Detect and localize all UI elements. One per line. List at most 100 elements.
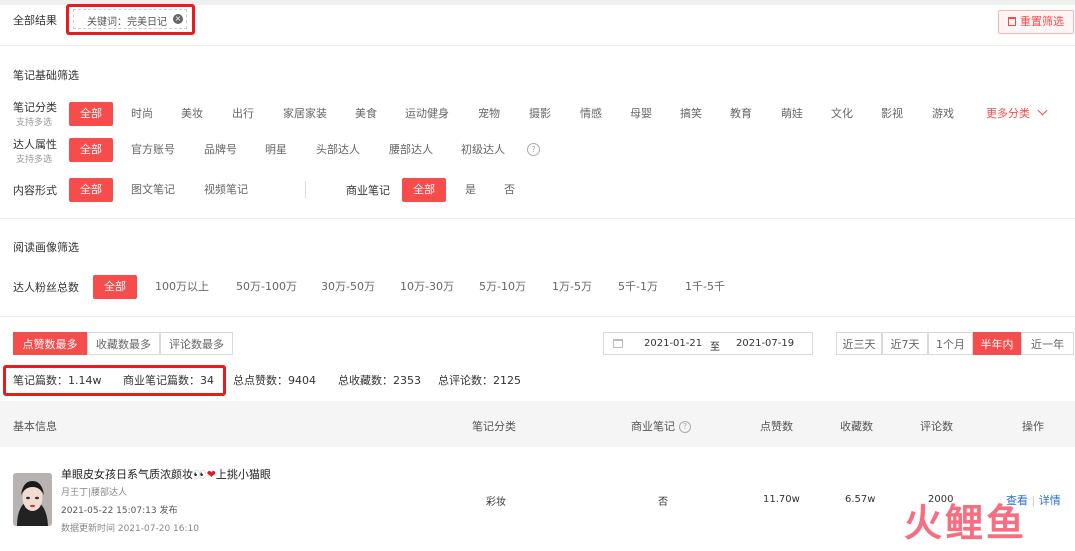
reset-filter-label: 重置筛选 (1020, 15, 1064, 28)
divider (0, 218, 1075, 219)
table-header (0, 401, 1075, 447)
th-basic: 基本信息 (13, 420, 57, 433)
th-favorites[interactable]: 收藏数 (840, 418, 873, 434)
commercial-label: 商业笔记 (346, 184, 390, 197)
close-icon[interactable]: × (173, 14, 183, 24)
heart-icon: ❤ (206, 468, 216, 481)
range-tab-3days[interactable]: 近三天 (836, 332, 882, 355)
fans-option[interactable]: 1万-5万 (552, 275, 592, 299)
category-option[interactable]: 美妆 (181, 102, 203, 126)
category-option[interactable]: 出行 (232, 102, 254, 126)
content-form-option[interactable]: 视频笔记 (204, 178, 248, 202)
range-tab-7days[interactable]: 近7天 (882, 332, 928, 355)
keyword-tag[interactable]: 关键词：完美日记 × (73, 9, 187, 29)
th-category: 笔记分类 (472, 420, 516, 433)
influencer-option[interactable]: 头部达人 (316, 138, 360, 162)
fans-option[interactable]: 10万-30万 (400, 275, 454, 299)
stat-favorites: 总收藏数：2353 (338, 374, 421, 387)
category-option[interactable]: 母婴 (630, 102, 652, 126)
category-all-chip[interactable]: 全部 (69, 102, 113, 126)
th-commercial: 商业笔记? (631, 418, 691, 434)
influencer-option[interactable]: 明星 (265, 138, 287, 162)
more-categories-button[interactable]: 更多分类 (986, 102, 1047, 126)
content-form-label: 内容形式 (13, 184, 57, 197)
category-option[interactable]: 文化 (831, 102, 853, 126)
range-tab-1month[interactable]: 1个月 (928, 332, 973, 355)
note-published: 2021-05-22 15:07:13 发布 (61, 506, 178, 516)
fans-option[interactable]: 5千-1万 (618, 275, 658, 299)
stat-comments: 总评论数：2125 (438, 374, 521, 387)
section-title-basic: 笔记基础筛选 (13, 69, 79, 82)
category-option[interactable]: 宠物 (478, 102, 500, 126)
influencer-option[interactable]: 腰部达人 (389, 138, 433, 162)
influencer-option[interactable]: 品牌号 (204, 138, 237, 162)
influencer-all-chip[interactable]: 全部 (69, 138, 113, 162)
help-icon[interactable]: ? (679, 421, 691, 433)
divider (0, 45, 1075, 46)
sort-tab-favorites[interactable]: 收藏数最多 (87, 332, 160, 355)
divider (0, 316, 1075, 317)
date-start[interactable]: 2021-01-21 (644, 338, 702, 349)
all-results-label: 全部结果 (13, 14, 57, 27)
th-likes[interactable]: 点赞数 (760, 418, 793, 434)
note-updated: 数据更新时间 2021-07-20 16:10 (61, 524, 199, 534)
influencer-option[interactable]: 官方账号 (131, 138, 175, 162)
category-option[interactable]: 家居家装 (283, 102, 327, 126)
fans-option[interactable]: 1千-5千 (685, 275, 725, 299)
detail-link[interactable]: 详情 (1039, 494, 1061, 507)
content-form-all-chip[interactable]: 全部 (69, 178, 113, 202)
category-option[interactable]: 运动健身 (405, 102, 449, 126)
commercial-option-no[interactable]: 否 (504, 178, 515, 202)
category-sub: 支持多选 (16, 118, 53, 128)
stat-notes: 笔记篇数：1.14w (13, 374, 102, 387)
stat-likes: 总点赞数：9404 (233, 374, 316, 387)
reset-filter-button[interactable]: 重置筛选 (998, 10, 1074, 34)
cell-commercial: 否 (658, 497, 668, 508)
date-range-picker[interactable]: 2021-01-21 至 2021-07-19 (603, 332, 813, 355)
category-option[interactable]: 影视 (881, 102, 903, 126)
fans-label: 达人粉丝总数 (13, 281, 79, 294)
date-end[interactable]: 2021-07-19 (736, 338, 794, 349)
sort-tab-comments[interactable]: 评论数最多 (160, 332, 233, 355)
note-author[interactable]: 月王丁|腰部达人 (61, 485, 127, 498)
fans-option[interactable]: 50万-100万 (236, 275, 297, 299)
category-option[interactable]: 美食 (355, 102, 377, 126)
action-separator: | (1031, 494, 1036, 507)
stat-commercial-notes: 商业笔记篇数：34 (123, 374, 214, 387)
category-option[interactable]: 游戏 (932, 102, 954, 126)
vertical-divider (305, 181, 306, 198)
fans-all-chip[interactable]: 全部 (93, 275, 137, 299)
category-option[interactable]: 时尚 (131, 102, 153, 126)
fans-option[interactable]: 30万-50万 (321, 275, 375, 299)
category-option[interactable]: 教育 (730, 102, 752, 126)
category-option[interactable]: 搞笑 (680, 102, 702, 126)
content-form-option[interactable]: 图文笔记 (131, 178, 175, 202)
help-icon[interactable]: ? (527, 143, 540, 156)
commercial-option-yes[interactable]: 是 (465, 178, 476, 202)
avatar (13, 473, 52, 526)
influencer-label: 达人属性 (13, 138, 57, 151)
fans-option[interactable]: 5万-10万 (479, 275, 526, 299)
range-tab-halfyear[interactable]: 半年内 (973, 332, 1021, 355)
influencer-sub: 支持多选 (16, 155, 53, 165)
category-label: 笔记分类 (13, 101, 57, 114)
cell-category: 彩妆 (486, 497, 506, 508)
cell-favorites: 6.57w (845, 494, 876, 505)
note-title[interactable]: 单眼皮女孩日系气质浓颜妆👀❤上挑小猫眼 (61, 466, 271, 482)
th-comments[interactable]: 评论数 (920, 418, 953, 434)
chevron-down-icon (1037, 105, 1047, 116)
th-action: 操作 (1022, 420, 1044, 433)
commercial-all-chip[interactable]: 全部 (402, 178, 446, 202)
sort-tab-likes[interactable]: 点赞数最多 (13, 332, 87, 355)
more-categories-label: 更多分类 (986, 107, 1030, 120)
category-option[interactable]: 摄影 (529, 102, 551, 126)
category-option[interactable]: 萌娃 (781, 102, 803, 126)
category-option[interactable]: 情感 (580, 102, 602, 126)
fans-option[interactable]: 100万以上 (155, 275, 209, 299)
range-tab-1year[interactable]: 近一年 (1021, 332, 1074, 355)
influencer-option[interactable]: 初级达人 (461, 138, 505, 162)
date-separator: 至 (710, 342, 720, 353)
eyes-emoji-icon: 👀 (193, 468, 207, 481)
cell-likes: 11.70w (763, 494, 800, 505)
watermark-logo: 火鲤鱼 (904, 501, 1028, 545)
